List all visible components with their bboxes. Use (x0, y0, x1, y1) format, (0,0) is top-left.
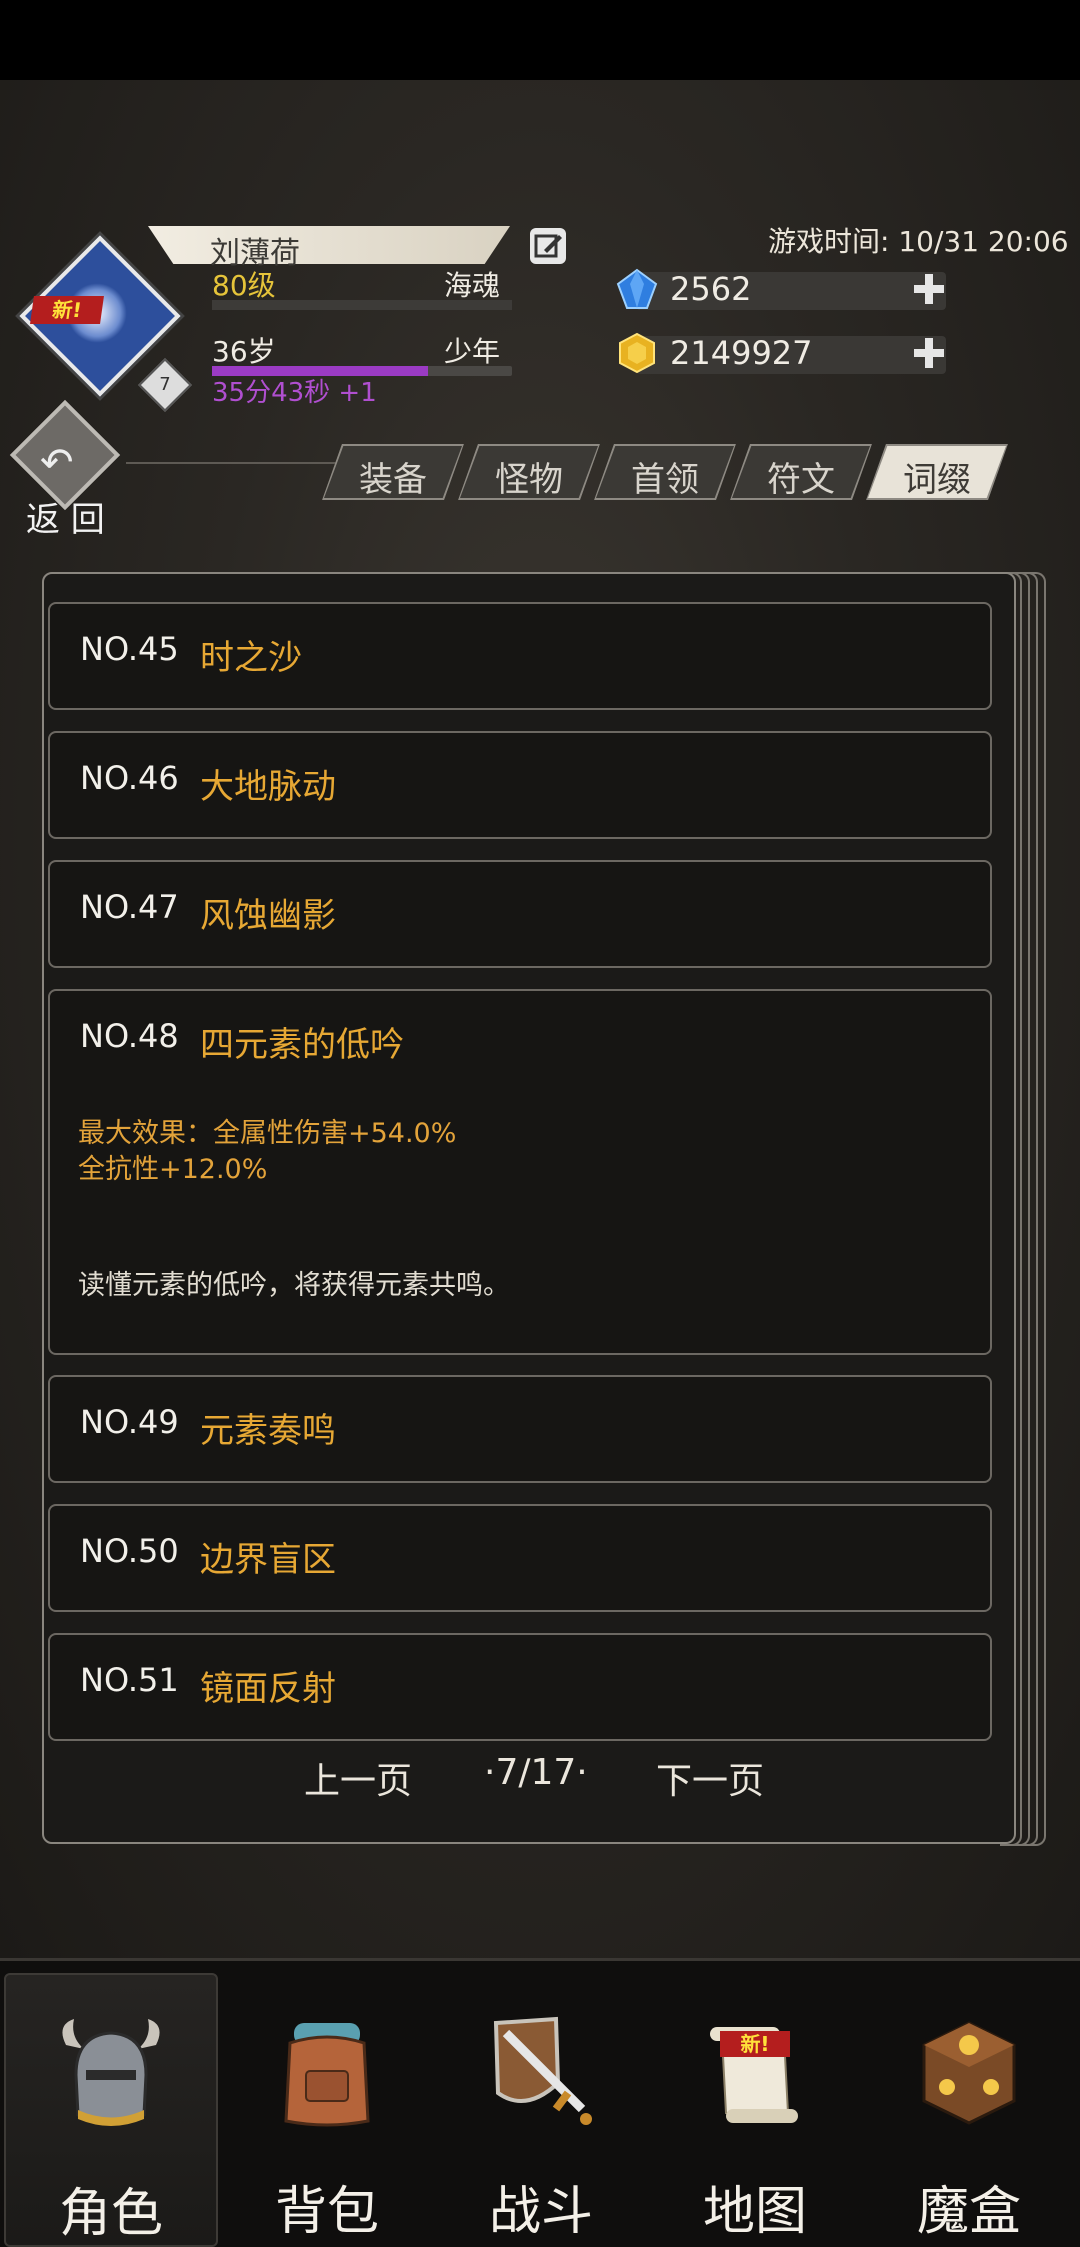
back-label: 返 回 (26, 500, 105, 540)
entry-number: NO.47 (80, 888, 179, 926)
list-item[interactable]: NO.51 镜面反射 (48, 1633, 992, 1741)
tab-runes[interactable]: 符文 (730, 444, 872, 500)
add-gold-button[interactable] (914, 338, 944, 368)
entry-title: 镜面反射 (200, 1669, 336, 1709)
entry-number: NO.48 (80, 1017, 179, 1055)
new-badge: 新! (720, 2031, 790, 2057)
entry-title: 大地脉动 (200, 767, 336, 807)
entry-title: 风蚀幽影 (200, 896, 336, 936)
list-item[interactable]: NO.50 边界盲区 (48, 1504, 992, 1612)
page-indicator: ·7/17· (484, 1752, 588, 1793)
next-page-button[interactable]: 下一页 (656, 1752, 764, 1804)
tab-label: 符文 (767, 460, 835, 500)
nav-character[interactable]: 角色 (4, 1973, 218, 2247)
entry-effect: 最大效果：全属性伤害+54.0% (78, 1118, 457, 1149)
gold-currency: 2149927 (616, 332, 956, 376)
tab-label: 首领 (631, 460, 699, 500)
list-item[interactable]: NO.47 风蚀幽影 (48, 860, 992, 968)
tab-divider (126, 462, 336, 464)
gold-coin-icon (619, 332, 655, 374)
list-item[interactable]: NO.49 元素奏鸣 (48, 1375, 992, 1483)
edit-icon[interactable] (530, 228, 566, 264)
tab-label: 怪物 (495, 460, 563, 500)
level-text: 80级 (212, 269, 276, 302)
entry-number: NO.46 (80, 759, 179, 797)
entry-title: 元素奏鸣 (200, 1411, 336, 1451)
nav-label: 战斗 (488, 2182, 593, 2242)
nav-label: 角色 (58, 2184, 163, 2244)
gem-currency: 2562 (616, 268, 956, 312)
new-badge: 新! (30, 296, 104, 324)
entry-title: 四元素的低吟 (200, 1025, 404, 1065)
stage-text: 少年 (444, 335, 501, 368)
entry-effect: 全抗性+12.0% (78, 1154, 268, 1185)
prev-page-button[interactable]: 上一页 (304, 1752, 412, 1804)
game-time: 游戏时间: 10/31 20:06 (768, 225, 1069, 258)
soul-text: 海魂 (444, 269, 501, 302)
entry-number: NO.45 (80, 630, 179, 668)
add-gems-button[interactable] (914, 274, 944, 304)
avatar[interactable]: 新! 7 (19, 235, 192, 412)
nav-backpack[interactable]: 背包 (222, 1973, 432, 2243)
gem-amount: 2562 (670, 270, 752, 308)
tab-label: 词缀 (903, 460, 971, 500)
nav-label: 背包 (274, 2182, 379, 2242)
bottom-nav: 角色 背包 战斗 新! 地图 魔盒 (0, 1958, 1080, 2247)
list-item[interactable]: NO.45 时之沙 (48, 602, 992, 710)
timer-text: 35分43秒 +1 (212, 378, 377, 408)
entry-title: 边界盲区 (200, 1540, 336, 1580)
list-item[interactable]: NO.46 大地脉动 (48, 731, 992, 839)
return-arrow-icon: ↶ (40, 440, 74, 486)
tab-bosses[interactable]: 首领 (594, 444, 736, 500)
nav-label: 魔盒 (916, 2182, 1021, 2242)
level-bar (212, 300, 512, 310)
level-bar-fill (212, 300, 512, 310)
backpack-icon (284, 2023, 370, 2127)
magic-box-icon (922, 2021, 1016, 2125)
tab-label: 装备 (359, 460, 427, 500)
nav-magic-box[interactable]: 魔盒 (864, 1973, 1074, 2243)
list-item-expanded[interactable]: NO.48 四元素的低吟 最大效果：全属性伤害+54.0% 全抗性+12.0% … (48, 989, 992, 1355)
gold-amount: 2149927 (670, 334, 813, 372)
blue-gem-icon (616, 268, 658, 309)
entry-description: 读懂元素的低吟，将获得元素共鸣。 (78, 1270, 510, 1301)
entry-title: 时之沙 (200, 638, 302, 678)
nav-label: 地图 (702, 2182, 807, 2242)
status-bar (0, 0, 1080, 80)
nav-map[interactable]: 新! 地图 (650, 1973, 860, 2243)
back-button[interactable]: ↶ 返 回 (9, 399, 122, 540)
name-plate (148, 226, 510, 264)
helmet-icon (62, 2019, 160, 2126)
nav-battle[interactable]: 战斗 (436, 1973, 646, 2243)
tab-monsters[interactable]: 怪物 (458, 444, 600, 500)
tab-affixes[interactable]: 词缀 (866, 444, 1008, 500)
sword-shield-icon (493, 2016, 592, 2125)
entry-number: NO.51 (80, 1661, 179, 1699)
entry-number: NO.50 (80, 1532, 179, 1570)
avatar-level-text: 7 (159, 374, 171, 395)
entry-number: NO.49 (80, 1403, 179, 1441)
age-text: 36岁 (212, 335, 276, 368)
tab-equipment[interactable]: 装备 (322, 444, 464, 500)
